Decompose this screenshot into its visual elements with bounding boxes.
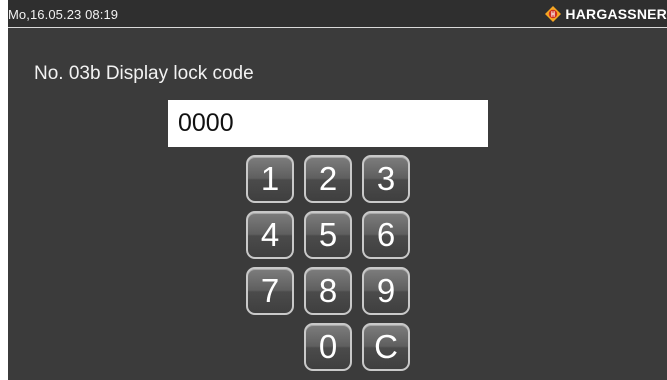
lock-code-input[interactable] xyxy=(168,100,488,147)
key-6-button[interactable]: 6 xyxy=(362,211,410,259)
brand: HARGASSNER xyxy=(545,6,667,22)
key-1-button[interactable]: 1 xyxy=(246,155,294,203)
key-2-button[interactable]: 2 xyxy=(304,155,352,203)
key-5-button[interactable]: 5 xyxy=(304,211,352,259)
clear-button[interactable]: C xyxy=(362,323,410,371)
key-9-button[interactable]: 9 xyxy=(362,267,410,315)
hargassner-logo-icon xyxy=(545,6,562,22)
datetime-label: Mo,16.05.23 08:19 xyxy=(8,7,119,22)
key-3-button[interactable]: 3 xyxy=(362,155,410,203)
page-title: No. 03b Display lock code xyxy=(34,63,254,84)
key-4-button[interactable]: 4 xyxy=(246,211,294,259)
key-0-button[interactable]: 0 xyxy=(304,323,352,371)
key-7-button[interactable]: 7 xyxy=(246,267,294,315)
display-screen: Mo,16.05.23 08:19 HARGASSNER No. 03b Dis… xyxy=(8,0,667,380)
status-bar: Mo,16.05.23 08:19 HARGASSNER xyxy=(8,0,667,28)
key-8-button[interactable]: 8 xyxy=(304,267,352,315)
brand-name: HARGASSNER xyxy=(565,6,667,22)
